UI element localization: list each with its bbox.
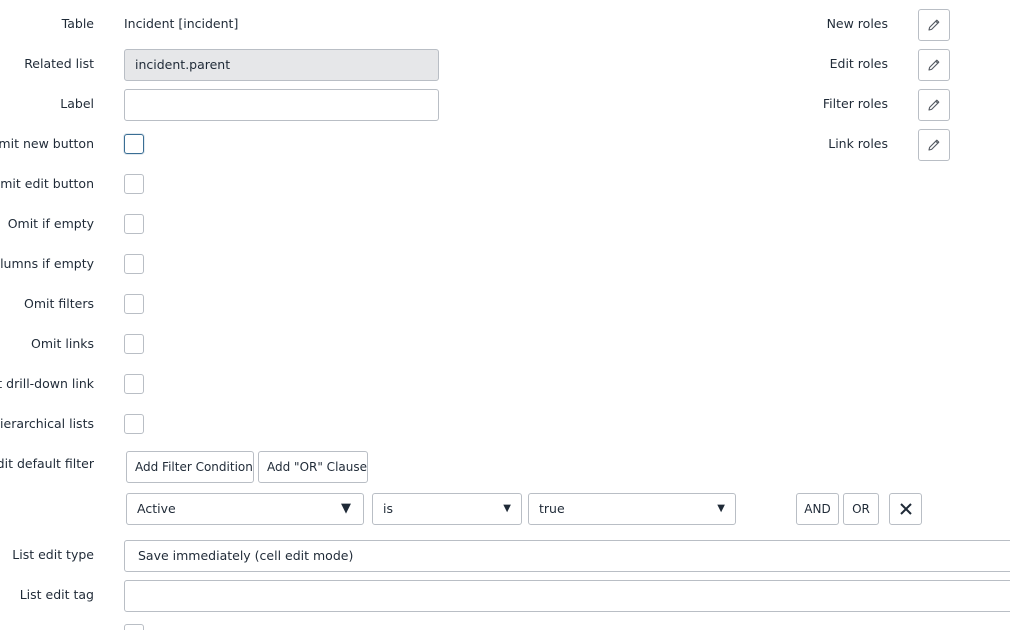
and-button[interactable]: AND <box>796 493 839 525</box>
omit-columns-if-empty-label: Omit columns if empty <box>0 256 94 271</box>
link-roles-label: Link roles <box>828 136 888 151</box>
list-control-form: Table Incident [incident] Related list i… <box>0 0 1010 630</box>
pencil-icon <box>928 99 940 111</box>
omit-filters-checkbox[interactable] <box>124 294 144 314</box>
omit-filters-label: Omit filters <box>24 296 94 311</box>
pencil-icon <box>928 19 940 31</box>
list-edit-type-label: List edit type <box>12 547 94 562</box>
omit-if-empty-label: Omit if empty <box>7 216 94 231</box>
pencil-icon <box>928 139 940 151</box>
related-list-field: incident.parent <box>124 49 439 81</box>
new-roles-label: New roles <box>826 16 888 31</box>
omit-drilldown-link-label: Omit drill-down link <box>0 376 94 391</box>
or-button[interactable]: OR <box>843 493 879 525</box>
edit-roles-edit-button[interactable] <box>918 49 950 81</box>
caret-down-icon: ▼ <box>341 501 351 516</box>
label-input[interactable] <box>124 89 439 121</box>
filter-value-value: true <box>539 501 565 516</box>
list-edit-tag-input[interactable] <box>124 580 1010 612</box>
hierarchical-lists-label: Hierarchical lists <box>0 416 94 431</box>
omit-edit-button-checkbox[interactable] <box>124 174 144 194</box>
omit-if-empty-checkbox[interactable] <box>124 214 144 234</box>
label-label: Label <box>60 96 94 111</box>
filter-roles-label: Filter roles <box>822 96 888 111</box>
remove-condition-button[interactable] <box>889 493 922 525</box>
omit-columns-if-empty-checkbox[interactable] <box>124 254 144 274</box>
caret-down-icon: ▼ <box>503 503 511 514</box>
new-roles-edit-button[interactable] <box>918 9 950 41</box>
hierarchical-lists-checkbox[interactable] <box>124 414 144 434</box>
filter-operator-select[interactable]: is ▼ <box>372 493 522 525</box>
add-filter-condition-button[interactable]: Add Filter Condition <box>126 451 254 483</box>
omit-links-checkbox[interactable] <box>124 334 144 354</box>
filter-field-value: Active <box>137 501 176 516</box>
filter-value-select[interactable]: true ▼ <box>528 493 736 525</box>
list-edit-tag-label: List edit tag <box>19 587 94 602</box>
table-value: Incident [incident] <box>124 16 239 31</box>
omit-new-button-checkbox[interactable] <box>124 134 144 154</box>
edit-default-filter-label: Edit default filter <box>0 456 94 471</box>
filter-operator-value: is <box>383 501 393 516</box>
edit-roles-label: Edit roles <box>829 56 888 71</box>
omit-links-label: Omit links <box>31 336 94 351</box>
omit-edit-button-label: Omit edit button <box>0 176 94 191</box>
pencil-icon <box>928 59 940 71</box>
table-label: Table <box>61 16 94 31</box>
list-edit-type-select[interactable]: Save immediately (cell edit mode) <box>124 540 1010 572</box>
omit-drilldown-link-checkbox[interactable] <box>124 374 144 394</box>
caret-down-icon: ▼ <box>717 503 725 514</box>
filter-roles-edit-button[interactable] <box>918 89 950 121</box>
omit-new-button-label: Omit new button <box>0 136 94 151</box>
related-list-label: Related list <box>24 56 94 71</box>
filter-field-select[interactable]: Active ▼ <box>126 493 364 525</box>
add-or-clause-button[interactable]: Add "OR" Clause <box>258 451 368 483</box>
close-icon <box>899 503 912 515</box>
next-row-checkbox[interactable] <box>124 624 144 630</box>
link-roles-edit-button[interactable] <box>918 129 950 161</box>
